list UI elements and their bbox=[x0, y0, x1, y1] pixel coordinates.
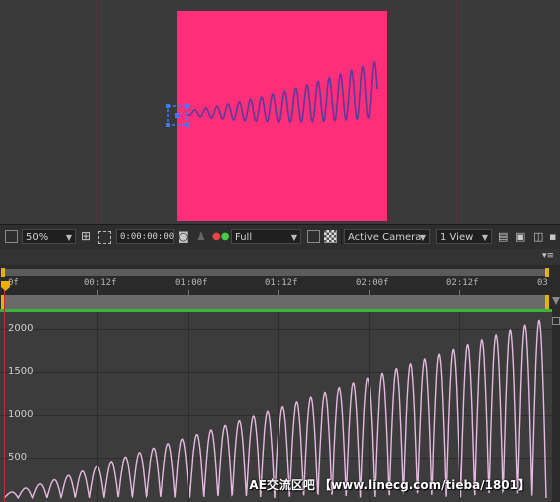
current-time-display[interactable]: 0:00:00:00 bbox=[116, 229, 174, 244]
wave-shape-layer[interactable] bbox=[0, 0, 560, 224]
ruler-label: 01:00f bbox=[175, 278, 208, 288]
grid-icon[interactable]: ⊞ bbox=[81, 229, 91, 244]
graph-options-icon[interactable] bbox=[552, 317, 560, 325]
chevron-down-icon: ▼ bbox=[419, 233, 426, 242]
camera-dropdown[interactable]: Active Camera ▼ bbox=[344, 229, 430, 244]
anchor-handle[interactable] bbox=[166, 104, 189, 127]
panel-menu-icon[interactable]: ▾≡ bbox=[542, 251, 554, 261]
ruler-label: 01:12f bbox=[265, 278, 298, 288]
snapshot-icon[interactable]: ◙ bbox=[178, 229, 189, 244]
work-area-end-handle[interactable] bbox=[545, 268, 549, 277]
show-snapshot-icon[interactable]: ♟ bbox=[196, 229, 206, 244]
grid-line bbox=[97, 312, 98, 502]
grid-line bbox=[188, 312, 189, 502]
value-curve bbox=[3, 319, 547, 500]
3d-view-icon[interactable]: ◫ bbox=[533, 229, 543, 244]
chevron-down-icon: ▼ bbox=[65, 233, 72, 242]
composition-viewer[interactable] bbox=[0, 0, 560, 224]
ruler-label: 02:12f bbox=[446, 278, 479, 288]
fast-preview-icon[interactable] bbox=[307, 230, 320, 243]
ruler-label: 03 bbox=[537, 278, 548, 288]
transparency-grid-icon[interactable] bbox=[324, 230, 337, 243]
view-layout-value: 1 View bbox=[440, 232, 474, 243]
wave-path bbox=[185, 60, 378, 124]
region-of-interest-icon[interactable] bbox=[98, 231, 111, 244]
zoom-dropdown[interactable]: 50% ▼ bbox=[22, 229, 76, 244]
chevron-down-icon[interactable] bbox=[552, 297, 560, 305]
layer-duration-bar[interactable] bbox=[3, 295, 547, 309]
work-area-start-handle[interactable] bbox=[1, 268, 5, 277]
grid-line bbox=[459, 312, 460, 502]
chevron-down-icon: ▼ bbox=[290, 233, 297, 242]
resolution-value: Full bbox=[235, 232, 253, 243]
work-area-bar[interactable] bbox=[3, 269, 547, 276]
watermark-text: AE交流区吧 【www.linecg.com/tieba/1801】 bbox=[249, 478, 530, 492]
grid-line bbox=[369, 312, 370, 502]
chevron-down-icon: ▼ bbox=[481, 233, 488, 242]
viewer-toolbar: 50% ▼ ⊞ 0:00:00:00 ◙ ♟ ●● Full ▼ Active … bbox=[0, 224, 560, 250]
timeline-panel-header: ▾≡ bbox=[0, 249, 560, 265]
comp-flowchart-icon[interactable]: ▣ bbox=[515, 229, 525, 244]
resolution-dropdown[interactable]: Full ▼ bbox=[231, 229, 301, 244]
overflow-icon[interactable]: ▪ bbox=[549, 229, 556, 244]
ruler-label: 00:12f bbox=[84, 278, 117, 288]
graph-scrollbar[interactable] bbox=[552, 295, 560, 502]
zoom-value: 50% bbox=[26, 232, 49, 243]
value-graph bbox=[3, 319, 547, 500]
ruler-label: 02:00f bbox=[356, 278, 389, 288]
view-layout-dropdown[interactable]: 1 View ▼ bbox=[436, 229, 492, 244]
camera-value: Active Camera bbox=[348, 232, 422, 243]
current-time-indicator-line[interactable] bbox=[4, 282, 5, 502]
graph-editor[interactable]: 2000 1500 1000 500 bbox=[0, 312, 552, 502]
comp-viewer-icon[interactable] bbox=[5, 230, 18, 243]
grid-line bbox=[278, 312, 279, 502]
layer-out-handle[interactable] bbox=[545, 295, 549, 309]
color-channel-icon[interactable]: ●● bbox=[212, 229, 229, 244]
toggle-pixel-aspect-icon[interactable]: ▤ bbox=[498, 229, 508, 244]
